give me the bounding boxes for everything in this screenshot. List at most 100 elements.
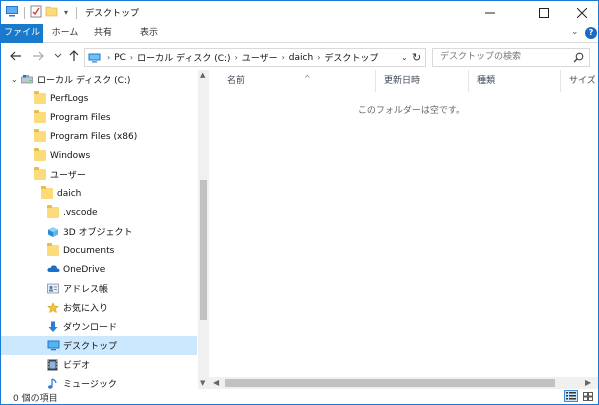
expand-chevron-icon[interactable]: ⌄ xyxy=(11,75,20,84)
ribbon-tabs: ファイル ホーム 共有 表示 ⌄ ? xyxy=(1,24,598,43)
address-history-chevron-icon[interactable]: ⌄ xyxy=(401,53,408,62)
tree-item-vscode[interactable]: .vscode xyxy=(1,203,197,222)
navigation-pane: ⌄ ローカル ディスク (C:) PerfLogs Program Files … xyxy=(1,70,209,389)
help-icon[interactable]: ? xyxy=(585,27,597,39)
tree-item-videos[interactable]: ビデオ xyxy=(1,355,197,374)
tab-file[interactable]: ファイル xyxy=(1,24,43,43)
scroll-right-arrow-icon[interactable]: ▶ xyxy=(585,378,591,387)
folder-icon xyxy=(34,167,46,180)
tree-item-label: ビデオ xyxy=(63,361,91,371)
maximize-button[interactable] xyxy=(523,1,565,24)
breadcrumb-desktop[interactable]: デスクトップ xyxy=(324,51,378,64)
large-icons-view-icon xyxy=(583,391,593,401)
scroll-left-arrow-icon[interactable]: ◀ xyxy=(213,378,219,387)
column-header-name[interactable]: 名前 ^ xyxy=(219,70,375,92)
computer-icon[interactable] xyxy=(5,5,19,20)
downloads-icon xyxy=(47,321,59,332)
tab-view[interactable]: 表示 xyxy=(135,24,163,43)
refresh-icon[interactable]: ↻ xyxy=(412,51,421,64)
tree-item-label: Documents xyxy=(63,245,115,256)
tree-item-label: お気に入り xyxy=(63,304,109,314)
column-header-modified[interactable]: 更新日時 xyxy=(375,70,468,92)
tree-item-label: daich xyxy=(57,188,82,199)
forward-arrow-icon[interactable] xyxy=(31,49,45,63)
recent-locations-chevron-icon[interactable] xyxy=(51,49,65,63)
tree-item-label: ローカル ディスク (C:) xyxy=(37,76,131,86)
videos-icon xyxy=(47,359,59,371)
breadcrumb-separator-icon[interactable]: › xyxy=(317,53,320,62)
details-view-icon xyxy=(566,392,576,400)
scroll-down-arrow-icon[interactable]: ▼ xyxy=(200,379,205,387)
tree-item-favorites[interactable]: お気に入り xyxy=(1,298,197,317)
scrollbar-thumb[interactable] xyxy=(200,180,207,320)
ribbon-expand-chevron-icon[interactable]: ⌄ xyxy=(571,27,579,37)
tree-item-program-files[interactable]: Program Files xyxy=(1,108,197,127)
breadcrumb-pc[interactable]: PC xyxy=(114,53,126,63)
tree-item-label: OneDrive xyxy=(63,264,106,275)
search-icon[interactable] xyxy=(573,52,584,70)
tree-item-label: .vscode xyxy=(63,207,98,218)
quick-access-toolbar: ▾ xyxy=(5,4,79,21)
scrollbar-thumb[interactable] xyxy=(225,379,555,387)
tree-item-perflogs[interactable]: PerfLogs xyxy=(1,89,197,108)
tree-item-onedrive[interactable]: OneDrive xyxy=(1,260,197,279)
documents-icon xyxy=(47,243,59,256)
drive-icon xyxy=(21,74,33,85)
breadcrumb-separator-icon[interactable]: › xyxy=(130,53,133,62)
folder-icon xyxy=(34,110,46,123)
tree-item-program-files-x86[interactable]: Program Files (x86) xyxy=(1,127,197,146)
music-icon xyxy=(47,378,59,389)
horizontal-scrollbar[interactable]: ◀ ▶ xyxy=(209,377,598,389)
breadcrumb-daich[interactable]: daich xyxy=(289,53,313,63)
folder-icon xyxy=(34,148,46,161)
contacts-icon xyxy=(47,283,59,294)
scroll-up-arrow-icon[interactable]: ▲ xyxy=(200,71,205,79)
tree-item-downloads[interactable]: ダウンロード xyxy=(1,317,197,336)
column-header-type[interactable]: 種類 xyxy=(468,70,560,92)
navigation-bar: › PC › ローカル ディスク (C:) › ユーザー › daich › デ… xyxy=(1,44,598,70)
tab-home[interactable]: ホーム xyxy=(49,24,81,43)
breadcrumb-separator-icon[interactable]: › xyxy=(235,53,238,62)
empty-folder-message: このフォルダーは空です。 xyxy=(357,106,465,116)
tree-item-windows[interactable]: Windows xyxy=(1,146,197,165)
breadcrumb-users[interactable]: ユーザー xyxy=(242,51,278,64)
breadcrumb-local-disk[interactable]: ローカル ディスク (C:) xyxy=(137,51,230,64)
tree-item-label: デスクトップ xyxy=(63,342,118,352)
new-folder-icon[interactable] xyxy=(45,5,58,20)
tree-item-desktop[interactable]: デスクトップ xyxy=(1,336,197,355)
3d-objects-icon xyxy=(47,226,59,237)
tree-item-music[interactable]: ミュージック xyxy=(1,374,197,389)
minimize-button[interactable] xyxy=(469,1,511,24)
breadcrumb-separator-icon[interactable]: › xyxy=(282,53,285,62)
column-label: 名前 xyxy=(227,76,246,86)
tree-item-contacts[interactable]: アドレス帳 xyxy=(1,279,197,298)
desktop-icon xyxy=(47,340,60,351)
tree-item-label: Windows xyxy=(50,150,91,161)
search-box[interactable]: デスクトップの検索 xyxy=(432,48,590,67)
favorites-icon xyxy=(47,302,59,314)
column-header-size[interactable]: サイズ xyxy=(560,70,598,92)
up-arrow-icon[interactable] xyxy=(67,49,81,63)
close-button[interactable] xyxy=(561,1,598,24)
tree-item-label: ミュージック xyxy=(63,380,117,389)
tab-share[interactable]: 共有 xyxy=(89,24,117,43)
navigation-pane-scrollbar[interactable]: ▲ ▼ xyxy=(198,70,209,389)
onedrive-icon xyxy=(47,264,60,275)
tree-item-3d-objects[interactable]: 3D オブジェクト xyxy=(1,222,197,241)
folder-icon xyxy=(34,91,46,104)
tree-item-label: ダウンロード xyxy=(63,323,118,333)
tree-item-users[interactable]: ユーザー xyxy=(1,165,197,184)
breadcrumb-separator-icon[interactable]: › xyxy=(107,53,110,62)
back-arrow-icon[interactable] xyxy=(9,49,23,63)
address-bar[interactable]: › PC › ローカル ディスク (C:) › ユーザー › daich › デ… xyxy=(84,48,426,67)
folder-icon xyxy=(34,129,46,142)
qat-separator xyxy=(24,6,25,19)
tree-item-documents[interactable]: Documents xyxy=(1,241,197,260)
tree-item-daich[interactable]: daich xyxy=(1,184,197,203)
tree-item-local-disk[interactable]: ⌄ ローカル ディスク (C:) xyxy=(1,70,197,89)
sort-ascending-icon: ^ xyxy=(304,74,311,83)
large-icons-view-button[interactable] xyxy=(581,390,595,402)
details-view-button[interactable] xyxy=(564,390,578,402)
qat-customize-chevron-icon[interactable]: ▾ xyxy=(61,8,71,17)
properties-check-icon[interactable] xyxy=(30,5,42,21)
